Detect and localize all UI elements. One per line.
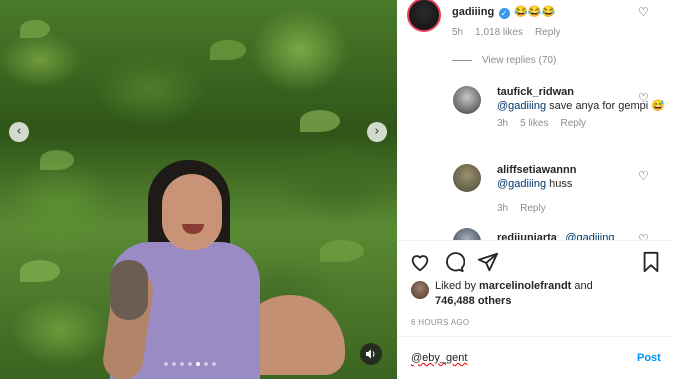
reply-time: 3h (497, 118, 509, 129)
mud-stain (110, 260, 148, 320)
send-icon[interactable] (477, 251, 499, 273)
reply-button[interactable]: Reply (535, 27, 561, 38)
verified-badge-icon: ✓ (498, 8, 510, 19)
liked-by-user[interactable]: marcelinolefrandt (479, 280, 571, 292)
comment-time: 5h (452, 27, 464, 38)
liked-by: Liked by marcelinolefrandt and 746,488 o… (411, 279, 593, 309)
comment-input[interactable]: @eby_gent (411, 352, 467, 364)
avatar[interactable] (407, 0, 441, 32)
bookmark-icon[interactable] (640, 251, 662, 273)
comment-username[interactable]: gadiiing (452, 6, 494, 18)
reply-time: 3h (497, 203, 509, 214)
comment-meta: 5h 1,018 likes Reply (452, 27, 561, 38)
liked-by-count[interactable]: 746,488 others (435, 295, 511, 307)
foliage (20, 260, 60, 282)
liked-by-text: Liked by marcelinolefrandt and 746,488 o… (435, 279, 593, 309)
comment-text: 😂😂😂 (514, 6, 556, 18)
avatar[interactable] (453, 164, 481, 192)
side-panel: gadiiing ✓ 😂😂😂 ♡ 5h 1,018 likes Reply Vi… (397, 0, 673, 379)
post-media[interactable]: ‹ › (0, 0, 397, 379)
foliage (210, 40, 246, 60)
chevron-right-icon[interactable]: › (367, 122, 387, 142)
heart-icon[interactable]: ♡ (638, 232, 649, 240)
mention-link[interactable]: @gadiiing (565, 232, 614, 240)
action-icons (409, 251, 499, 273)
reply-text-content: huss (546, 178, 573, 190)
carousel-dot (204, 362, 208, 366)
reply-button[interactable]: Reply (520, 203, 546, 214)
view-replies-button[interactable]: View replies (70) (452, 55, 556, 66)
carousel-dot (188, 362, 192, 366)
carousel-dot (172, 362, 176, 366)
divider-line (452, 60, 472, 61)
mention-link[interactable]: @gadiiing (497, 178, 546, 190)
post-timestamp[interactable]: 6 HOURS AGO (411, 318, 469, 327)
heart-icon[interactable]: ♡ (638, 5, 649, 19)
foliage (40, 150, 74, 170)
heart-icon[interactable]: ♡ (638, 169, 649, 183)
comment-composer: @eby_gent Post (397, 336, 673, 379)
carousel-dot (196, 362, 200, 366)
avatar[interactable] (453, 228, 481, 240)
heart-icon[interactable] (409, 251, 431, 273)
face (162, 174, 222, 250)
carousel-dot (212, 362, 216, 366)
foliage (20, 20, 50, 38)
reply-likes[interactable]: 5 likes (520, 118, 548, 129)
reply-meta: 3h Reply (497, 203, 673, 214)
view-replies-label: View replies (70) (482, 55, 557, 66)
comment-likes[interactable]: 1,018 likes (475, 27, 523, 38)
comment: gadiiing ✓ 😂😂😂 (452, 2, 555, 20)
chevron-left-icon[interactable]: ‹ (9, 122, 29, 142)
carousel-indicator (164, 362, 216, 366)
liked-by-prefix: Liked by (435, 280, 480, 292)
avatar[interactable] (411, 281, 429, 299)
heart-icon[interactable]: ♡ (638, 91, 649, 105)
post-button[interactable]: Post (637, 352, 661, 364)
foliage (300, 110, 340, 132)
comments-list[interactable]: gadiiing ✓ 😂😂😂 ♡ 5h 1,018 likes Reply Vi… (397, 0, 673, 240)
carousel-dot (164, 362, 168, 366)
person-photo (100, 160, 270, 379)
speaker-icon[interactable] (360, 343, 382, 365)
reply-button[interactable]: Reply (560, 118, 586, 129)
mention-link[interactable]: @gadiiing (497, 100, 546, 112)
foliage (320, 240, 364, 262)
reply-meta: 3h 5 likes Reply (497, 118, 673, 129)
post-actions: Liked by marcelinolefrandt and 746,488 o… (397, 240, 673, 364)
avatar[interactable] (453, 86, 481, 114)
comment-icon[interactable] (443, 251, 465, 273)
liked-by-and: and (571, 280, 593, 292)
reply-username[interactable]: rediiunjarta (497, 232, 557, 240)
carousel-dot (180, 362, 184, 366)
